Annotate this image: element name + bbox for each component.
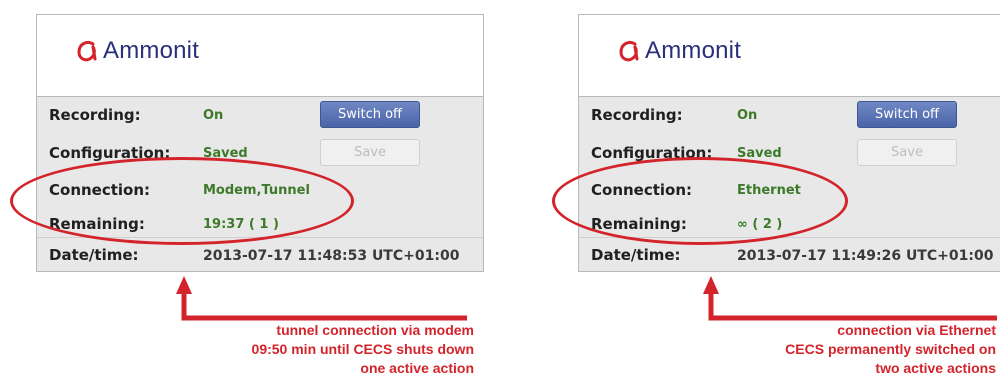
- annotation-arrows: [176, 276, 997, 321]
- annotation-line: 09:50 min until CECS shuts down: [251, 341, 474, 357]
- arrow-up-icon: [703, 276, 997, 321]
- annotation-line: one active action: [360, 360, 474, 376]
- annotation-left: tunnel connection via modem 09:50 min un…: [196, 321, 474, 376]
- annotation-right: connection via Ethernet CECS permanently…: [716, 321, 996, 376]
- annotation-line: connection via Ethernet: [837, 322, 996, 338]
- annotation-line: CECS permanently switched on: [785, 341, 996, 357]
- annotation-line: two active actions: [875, 360, 996, 376]
- annotation-line: tunnel connection via modem: [276, 322, 474, 338]
- arrow-up-icon: [176, 276, 467, 321]
